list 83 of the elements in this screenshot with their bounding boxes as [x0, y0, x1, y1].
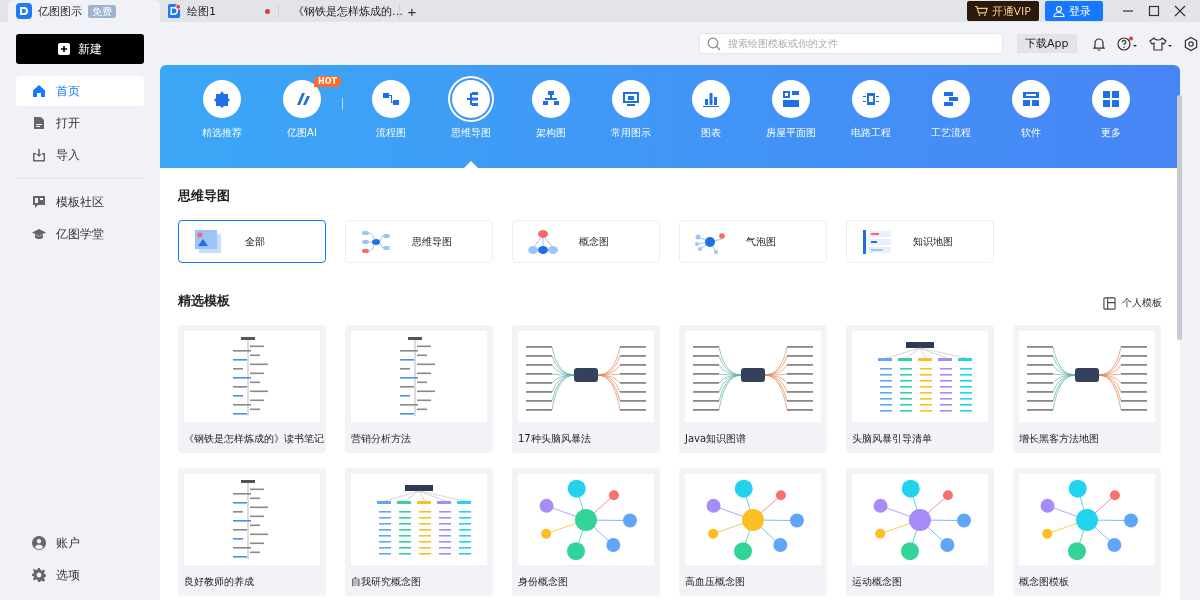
- maximize-icon[interactable]: [1148, 5, 1160, 17]
- template-card[interactable]: 良好教师的养成: [178, 468, 326, 596]
- template-title: 增长黑客方法地图: [1019, 432, 1100, 446]
- template-card[interactable]: 17种头脑风暴法: [512, 325, 660, 453]
- graduation-cap-icon: [32, 227, 46, 241]
- template-card[interactable]: 自我研究概念图: [345, 468, 493, 596]
- mind-map-type-card[interactable]: 概念图: [512, 220, 660, 263]
- download-app-button[interactable]: 下载App: [1017, 34, 1077, 53]
- account-icon: [32, 536, 46, 550]
- document-tab[interactable]: 绘图1: [160, 4, 279, 18]
- section-title: 思维导图: [178, 187, 231, 205]
- template-card[interactable]: 营销分析方法: [345, 325, 493, 453]
- template-title: 17种头脑风暴法: [518, 432, 592, 446]
- template-card[interactable]: 头脑风暴引导清单: [846, 325, 994, 453]
- template-card[interactable]: 高血压概念图: [679, 468, 827, 596]
- document-tab[interactable]: 《钢铁是怎样炼成的…: [279, 4, 400, 18]
- new-tab-button[interactable]: +: [400, 2, 424, 20]
- sidebar-item[interactable]: 首页: [16, 76, 144, 106]
- process-icon: [942, 90, 960, 108]
- home-tab[interactable]: 亿图图示 免费: [8, 0, 160, 22]
- grid-icon: [1102, 90, 1120, 108]
- sidebar-item[interactable]: 亿图学堂: [16, 219, 144, 249]
- settings-icon[interactable]: [1182, 35, 1199, 52]
- sidebar-item[interactable]: 选项: [16, 560, 144, 590]
- template-card[interactable]: 概念图模板: [1013, 468, 1161, 596]
- sidebar-item[interactable]: 模板社区: [16, 187, 144, 217]
- notification-bell-icon[interactable]: [1090, 35, 1107, 52]
- layout-icon: [1022, 90, 1040, 108]
- template-title: 概念图模板: [1019, 575, 1070, 589]
- floor-plan-icon: [782, 90, 800, 108]
- sidebar-item[interactable]: 打开: [16, 108, 144, 138]
- free-badge: 免费: [88, 4, 116, 18]
- layout-icon: [1103, 296, 1116, 310]
- document-icon: [32, 116, 46, 130]
- template-title: 自我研究概念图: [351, 575, 422, 589]
- mind-map-type-card[interactable]: 气泡图: [679, 220, 827, 263]
- close-icon[interactable]: [1174, 5, 1186, 17]
- mind-map-type-card[interactable]: 思维导图: [345, 220, 493, 263]
- bar-chart-icon: [702, 90, 720, 108]
- template-title: 运动概念图: [852, 575, 903, 589]
- document-icon: [168, 3, 181, 19]
- help-icon[interactable]: [1116, 35, 1139, 52]
- diagram-type-icon: [360, 228, 392, 255]
- template-card[interactable]: 运动概念图: [846, 468, 994, 596]
- vip-button[interactable]: 开通VIP: [967, 1, 1039, 21]
- section-title: 精选模板: [178, 292, 230, 310]
- mind-map-type-card[interactable]: 全部: [178, 220, 326, 263]
- template-title: 营销分析方法: [351, 432, 412, 446]
- user-icon: [1053, 5, 1065, 17]
- diagram-type-icon: [527, 228, 559, 255]
- template-card[interactable]: 增长黑客方法地图: [1013, 325, 1161, 453]
- personal-templates-link[interactable]: 个人模板: [1103, 296, 1162, 310]
- flowchart-icon: [382, 90, 400, 108]
- scrollbar-thumb[interactable]: [1177, 95, 1182, 340]
- template-card[interactable]: 《钢铁是怎样炼成的》读书笔记: [178, 325, 326, 453]
- hot-badge: HOT: [314, 76, 341, 87]
- mind-map-type-card[interactable]: 知识地图: [846, 220, 994, 263]
- app-logo-icon: [16, 3, 32, 19]
- login-button[interactable]: 登录: [1045, 1, 1103, 21]
- cart-icon: [975, 5, 988, 17]
- chat-icon: [32, 195, 46, 209]
- shirt-icon[interactable]: [1148, 35, 1173, 52]
- template-title: 良好教师的养成: [184, 575, 255, 589]
- selection-pointer: [464, 161, 478, 168]
- presentation-icon: [622, 90, 640, 108]
- sidebar-item[interactable]: 账户: [16, 528, 144, 558]
- settings-icon: [32, 568, 46, 582]
- badge-icon: [213, 90, 231, 108]
- circuit-icon: [862, 90, 880, 108]
- search-field[interactable]: 搜索绘图模板或你的文件: [699, 33, 1003, 54]
- diagram-type-icon: [861, 228, 893, 255]
- import-icon: [32, 148, 46, 162]
- template-card[interactable]: Java知识图谱: [679, 325, 827, 453]
- template-title: Java知识图谱: [685, 432, 748, 446]
- template-card[interactable]: 身份概念图: [512, 468, 660, 596]
- sidebar-item[interactable]: 导入: [16, 140, 144, 170]
- template-title: 头脑风暴引导清单: [852, 432, 933, 446]
- org-chart-icon: [542, 90, 560, 108]
- plus-icon: [58, 43, 70, 55]
- home-icon: [32, 84, 46, 98]
- template-title: 高血压概念图: [685, 575, 746, 589]
- new-button[interactable]: 新建: [16, 34, 144, 64]
- template-title: 身份概念图: [518, 575, 569, 589]
